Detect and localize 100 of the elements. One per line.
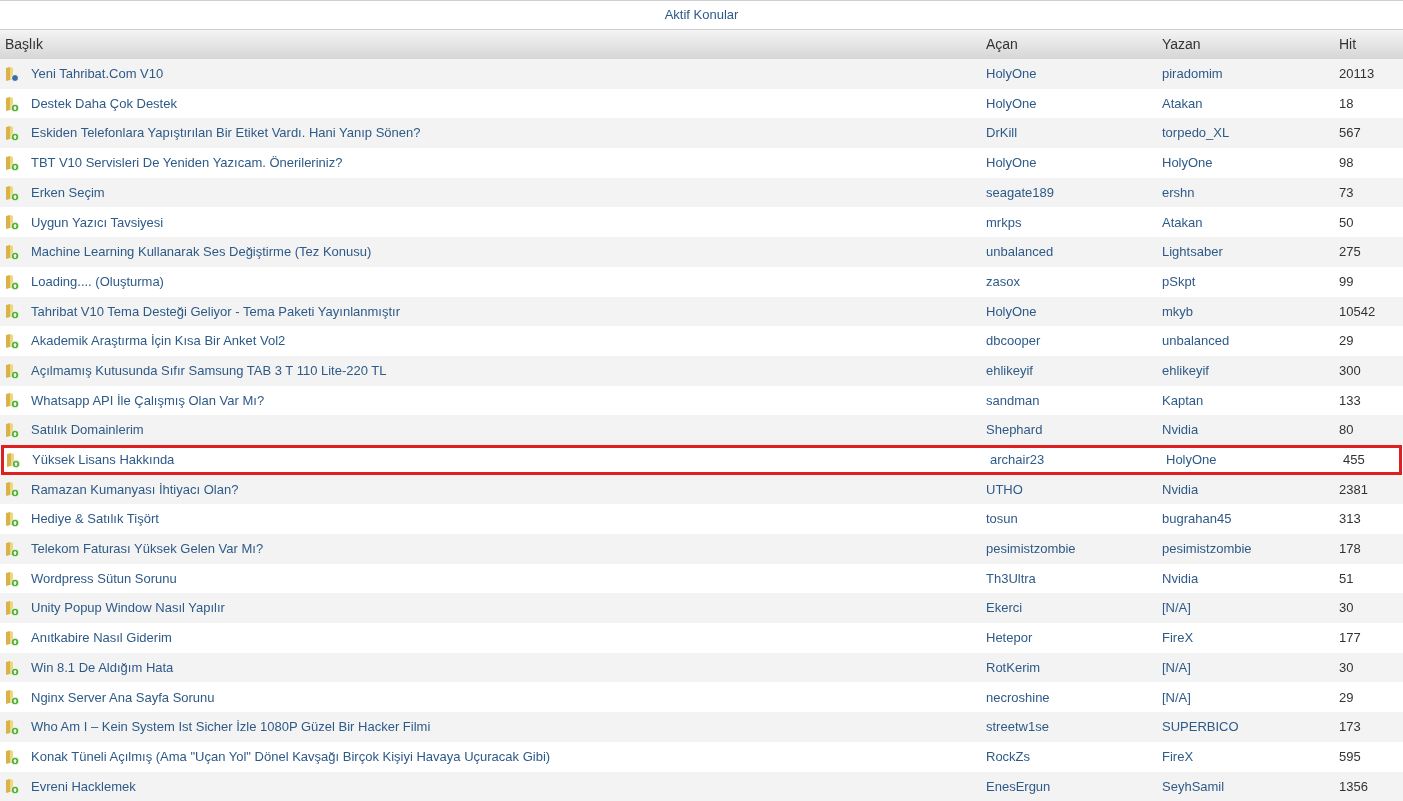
folder-arrow-icon [6, 451, 21, 468]
folder-arrow-icon [5, 600, 20, 617]
opener-link[interactable]: RotKerim [986, 657, 1162, 678]
topic-link[interactable]: Evreni Hacklemek [31, 776, 136, 797]
hit-count: 99 [1339, 272, 1354, 291]
writer-link[interactable]: bugrahan45 [1162, 509, 1339, 529]
writer-link[interactable]: Lightsaber [1162, 242, 1339, 262]
writer-link[interactable]: Kaptan [1162, 390, 1339, 411]
opener-link[interactable]: pesimistzombie [986, 539, 1162, 559]
opener-link[interactable]: sandman [986, 390, 1162, 411]
topic-link[interactable]: TBT V10 Servisleri De Yeniden Yazıcam. Önerileriniz? [31, 153, 343, 173]
writer-link[interactable]: piradomim [1162, 64, 1339, 84]
opener-link[interactable]: DrKill [986, 123, 1162, 143]
writer-link[interactable]: [N/A] [1162, 598, 1339, 618]
writer-link[interactable]: ehlikeyif [1162, 360, 1339, 381]
opener-link[interactable]: HolyOne [986, 64, 1162, 84]
writer-link[interactable]: pSkpt [1162, 271, 1339, 292]
topic-link[interactable]: Eskiden Telefonlara Yapıştırılan Bir Etiket Vardı. Hani Yanıp Sönen? [31, 123, 421, 143]
hit-count: 173 [1339, 718, 1361, 737]
writer-link[interactable]: HolyOne [1162, 153, 1339, 173]
opener-link[interactable]: Shephard [986, 420, 1162, 440]
opener-link[interactable]: streetw1se [986, 717, 1162, 737]
opener-link[interactable]: dbcooper [986, 331, 1162, 351]
topic-link[interactable]: Ramazan Kumanyası İhtiyacı Olan? [31, 479, 239, 500]
topic-link[interactable]: Erken Seçim [31, 182, 105, 203]
topic-link[interactable]: Yüksek Lisans Hakkında [32, 450, 175, 470]
writer-link[interactable]: SeyhSamil [1162, 776, 1339, 797]
opener-link[interactable]: EnesErgun [986, 776, 1162, 797]
writer-link[interactable]: Nvidia [1162, 568, 1339, 589]
folder-arrow-icon [5, 95, 20, 112]
column-header: Yazan [1162, 35, 1202, 54]
hit-count: 177 [1339, 629, 1361, 648]
topic-link[interactable]: Telekom Faturası Yüksek Gelen Var Mı? [31, 539, 264, 559]
topic-link[interactable]: Wordpress Sütun Sorunu [31, 568, 177, 589]
hit-count: 20113 [1339, 65, 1375, 84]
writer-link[interactable]: Atakan [1162, 212, 1339, 233]
topic-link[interactable]: Konak Tüneli Açılmış (Ama "Uçan Yol" Dönel Kavşağı Birçok Kişiyi Havaya Uçuracak Gibi) [31, 746, 551, 767]
topic-link[interactable]: Açılmamış Kutusunda Sıfır Samsung TAB 3 T 110 Lite-220 TL [31, 360, 387, 381]
topic-link[interactable]: Uygun Yazıcı Tavsiyesi [31, 212, 164, 233]
topic-link[interactable]: Destek Daha Çok Destek [31, 93, 177, 114]
opener-link[interactable]: necroshine [986, 687, 1162, 708]
opener-link[interactable]: HolyOne [986, 153, 1162, 173]
opener-link[interactable]: HolyOne [986, 301, 1162, 322]
topic-link[interactable]: Whatsapp API İle Çalışmış Olan Var Mı? [31, 390, 265, 411]
topic-link[interactable]: Machine Learning Kullanarak Ses Değiştirme (Tez Konusu) [31, 242, 372, 262]
hit-count: 595 [1339, 747, 1361, 766]
writer-link[interactable]: torpedo_XL [1162, 123, 1339, 143]
column-header: Hit [1339, 35, 1357, 54]
folder-arrow-icon [5, 748, 20, 765]
opener-link[interactable]: HolyOne [986, 93, 1162, 114]
opener-link[interactable]: RockZs [986, 746, 1162, 767]
topic-link[interactable]: Nginx Server Ana Sayfa Sorunu [31, 687, 215, 708]
topic-link[interactable]: Loading.... (Oluşturma) [31, 271, 164, 292]
topic-link[interactable]: Satılık Domainlerim [31, 420, 144, 440]
writer-link[interactable]: unbalanced [1162, 331, 1339, 351]
opener-link[interactable]: UTHO [986, 479, 1162, 500]
topic-link[interactable]: Tahribat V10 Tema Desteği Geliyor - Tema Paketi Yayınlanmıştır [31, 301, 400, 322]
hit-count: 2381 [1339, 480, 1368, 499]
folder-arrow-icon [5, 570, 20, 587]
writer-link[interactable]: SUPERBICO [1162, 717, 1339, 737]
topic-link[interactable]: Who Am I – Kein System Ist Sicher İzle 1080P Güzel Bir Hacker Filmi [31, 717, 431, 737]
hit-count: 133 [1339, 391, 1361, 410]
writer-link[interactable]: mkyb [1162, 301, 1339, 322]
opener-link[interactable]: unbalanced [986, 242, 1162, 262]
folder-arrow-icon [5, 511, 20, 528]
topic-link[interactable]: Anıtkabire Nasıl Giderim [31, 628, 172, 648]
hit-count: 300 [1339, 361, 1361, 380]
folder-arrow-icon [5, 689, 20, 706]
panel-title: Aktif Konular [664, 6, 739, 25]
opener-link[interactable]: Ekerci [986, 598, 1162, 618]
opener-link[interactable]: zasox [986, 271, 1162, 292]
writer-link[interactable]: Atakan [1162, 93, 1339, 114]
topic-link[interactable]: Win 8.1 De Aldığım Hata [31, 657, 174, 678]
hit-count: 275 [1339, 243, 1361, 262]
topic-link[interactable]: Unity Popup Window Nasıl Yapılır [31, 598, 225, 618]
opener-link[interactable]: seagate189 [986, 182, 1162, 203]
opener-link[interactable]: Hetepor [986, 628, 1162, 648]
writer-link[interactable]: [N/A] [1162, 687, 1339, 708]
opener-link[interactable]: mrkps [986, 212, 1162, 233]
opener-link[interactable]: Th3Ultra [986, 568, 1162, 589]
opener-link[interactable]: archair23 [990, 450, 1166, 470]
writer-link[interactable]: HolyOne [1166, 450, 1343, 470]
opener-link[interactable]: ehlikeyif [986, 360, 1162, 381]
folder-arrow-icon [5, 214, 20, 231]
folder-arrow-icon [5, 154, 20, 171]
topic-link[interactable]: Hediye & Satılık Tişört [31, 509, 159, 529]
writer-link[interactable]: ershn [1162, 182, 1339, 203]
opener-link[interactable]: tosun [986, 509, 1162, 529]
writer-link[interactable]: FireX [1162, 628, 1339, 648]
writer-link[interactable]: FireX [1162, 746, 1339, 767]
folder-arrow-icon [5, 629, 20, 646]
topic-link[interactable]: Yeni Tahribat.Com V10 [31, 64, 164, 84]
folder-arrow-icon [5, 273, 20, 290]
writer-link[interactable]: Nvidia [1162, 479, 1339, 500]
folder-arrow-icon [5, 125, 20, 142]
writer-link[interactable]: Nvidia [1162, 420, 1339, 440]
writer-link[interactable]: [N/A] [1162, 657, 1339, 678]
topic-link[interactable]: Akademik Araştırma İçin Kısa Bir Anket Vol2 [31, 331, 286, 351]
writer-link[interactable]: pesimistzombie [1162, 539, 1339, 559]
hit-count: 455 [1343, 451, 1365, 470]
